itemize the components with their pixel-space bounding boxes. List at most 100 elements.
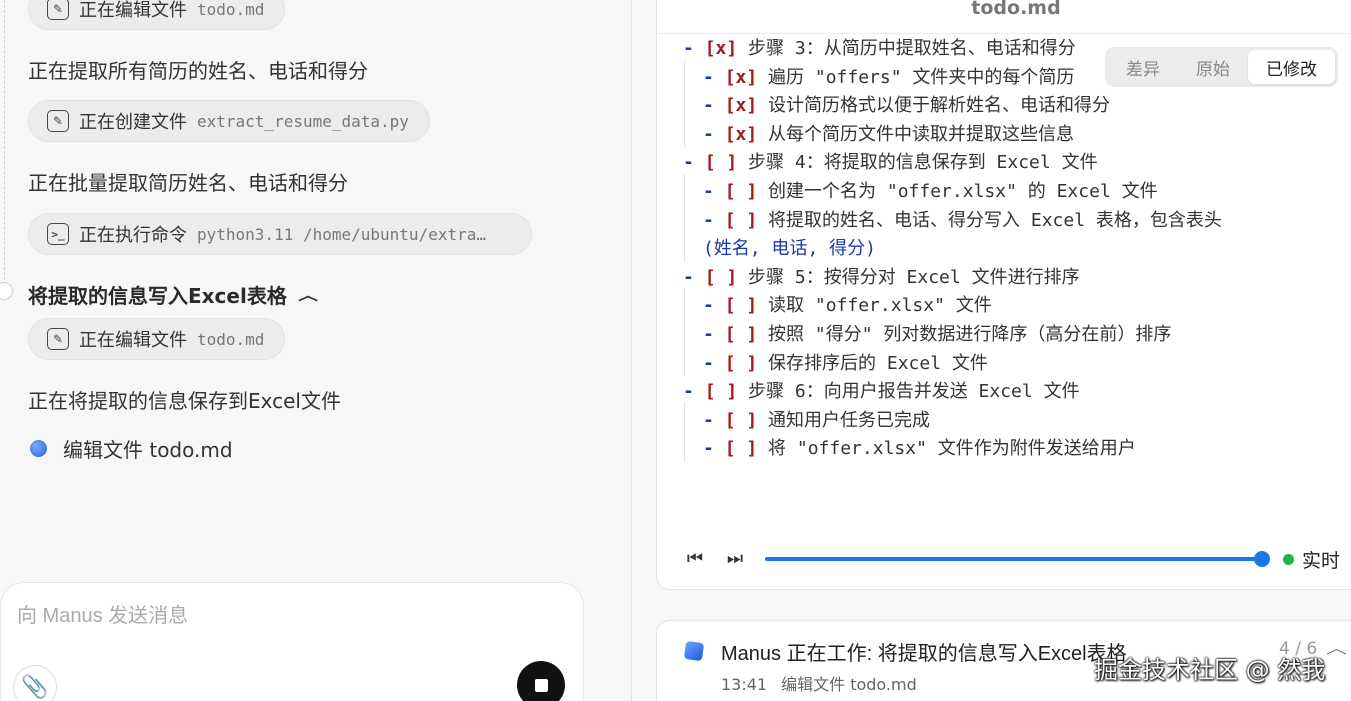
chip-arg: python3.11 /home/ubuntu/extra… xyxy=(197,224,486,244)
tab-modified[interactable]: 已修改 xyxy=(1248,50,1335,84)
chip-action: 正在编辑文件 xyxy=(79,0,187,21)
chevron-up-icon[interactable]: ︿ xyxy=(1326,637,1347,658)
checkbox-marker: [ ] xyxy=(724,209,758,231)
progress-track[interactable] xyxy=(765,551,1270,567)
chip-arg: todo.md xyxy=(197,0,265,19)
chip-arg: extract_resume_data.py xyxy=(197,111,409,131)
chip-action: 正在执行命令 xyxy=(79,225,187,246)
live-dot-icon xyxy=(1283,554,1294,565)
step-title: 将提取的信息写入Excel表格 xyxy=(28,284,287,308)
tab-diff[interactable]: 差异 xyxy=(1108,50,1178,84)
message-input[interactable] xyxy=(17,605,557,628)
line-text: 将提取的姓名、电话、得分写入 Excel 表格，包含表头 xyxy=(757,209,1222,231)
list-marker: - xyxy=(703,352,725,374)
tool-chip-exec-command[interactable]: >_ 正在执行命令 python3.11 /home/ubuntu/extra… xyxy=(28,213,532,255)
list-marker: - xyxy=(703,66,725,88)
chip-action: 正在编辑文件 xyxy=(79,330,187,351)
realtime-indicator[interactable]: 实时 xyxy=(1283,546,1340,573)
checkbox-marker: [x] xyxy=(704,38,738,59)
terminal-icon: >_ xyxy=(47,223,69,245)
indent-guide xyxy=(684,288,685,376)
line-text: 步骤 4：将提取的信息保存到 Excel 文件 xyxy=(737,152,1098,174)
code-line: - [ ] 保存排序后的 Excel 文件 xyxy=(703,349,988,375)
code-line: - [ ] 按照 "得分" 列对数据进行降序（高分在前）排序 xyxy=(703,320,1171,346)
checkbox-marker: [ ] xyxy=(704,152,738,174)
code-line: - [ ] 创建一个名为 "offer.xlsx" 的 Excel 文件 xyxy=(703,177,1158,203)
tool-chip-edit-todo[interactable]: ✎ 正在编辑文件 todo.md xyxy=(28,0,286,30)
list-marker: - xyxy=(703,295,725,317)
line-text: 读取 "offer.xlsx" 文件 xyxy=(757,295,992,317)
edit-icon: ✎ xyxy=(47,328,69,350)
live-action-label: 编辑文件 todo.md xyxy=(63,438,233,462)
line-text: 通知用户任务已完成 xyxy=(757,409,931,431)
skip-back-icon[interactable]: ⏮ xyxy=(683,546,707,570)
checkbox-marker: [ ] xyxy=(724,295,758,317)
stop-button[interactable] xyxy=(517,661,565,701)
attach-button[interactable]: 📎 xyxy=(13,665,57,701)
line-text: 设计简历格式以便于解析姓名、电话和得分 xyxy=(757,95,1111,117)
checkbox-marker: [x] xyxy=(724,123,758,145)
checkbox-marker: [x] xyxy=(724,66,758,88)
line-text: 保存排序后的 Excel 文件 xyxy=(757,352,988,374)
code-line: (姓名, 电话, 得分) xyxy=(703,234,876,260)
status-message: 正在将提取的信息保存到Excel文件 xyxy=(28,389,341,413)
line-text: 按照 "得分" 列对数据进行降序（高分在前）排序 xyxy=(757,324,1172,345)
tab-original[interactable]: 原始 xyxy=(1178,50,1248,84)
line-text: 遍历 "offers" 文件夹中的每个简历 xyxy=(757,66,1075,88)
line-text: 步骤 6：向用户报告并发送 Excel 文件 xyxy=(737,381,1080,403)
code-line: - [x] 步骤 3：从简历中提取姓名、电话和得分 xyxy=(683,34,1076,60)
live-action-row: 编辑文件 todo.md xyxy=(30,434,233,463)
list-marker: - xyxy=(683,152,705,174)
code-area[interactable]: - [x] 步骤 3：从简历中提取姓名、电话和得分 - [x] 遍历 "offer… xyxy=(657,33,1351,523)
code-line: - [ ] 将 "offer.xlsx" 文件作为附件发送给用户 xyxy=(703,434,1136,460)
indent-guide xyxy=(684,174,685,262)
tool-chip-create-file[interactable]: ✎ 正在创建文件 extract_resume_data.py xyxy=(28,100,430,142)
skip-forward-icon[interactable]: ⏭ xyxy=(723,546,747,570)
step-header[interactable]: 将提取的信息写入Excel表格 ︿ xyxy=(28,280,318,309)
checkbox-marker: [ ] xyxy=(724,438,758,460)
code-line: - [ ] 通知用户任务已完成 xyxy=(703,406,930,432)
chevron-up-icon[interactable]: ︿ xyxy=(298,285,318,305)
watermark: 掘金技术社区 @ 然我 xyxy=(1094,656,1326,684)
code-line: - [ ] 步骤 4：将提取的信息保存到 Excel 文件 xyxy=(683,148,1098,174)
task-status-meta: 13:41 编辑文件 todo.md xyxy=(721,671,917,695)
list-marker: - xyxy=(683,38,705,59)
list-marker: - xyxy=(683,266,705,288)
list-marker: - xyxy=(703,181,725,202)
list-marker: - xyxy=(703,409,725,431)
line-text: 将 "offer.xlsx" 文件作为附件发送给用户 xyxy=(757,438,1136,460)
view-mode-tabs: 差异 原始 已修改 xyxy=(1105,47,1338,87)
line-text: (姓名, 电话, 得分) xyxy=(703,238,877,260)
edit-icon: ✎ xyxy=(47,110,69,132)
checkbox-marker: [ ] xyxy=(724,409,758,431)
file-viewer: todo.md - [x] 步骤 3：从简历中提取姓名、电话和得分 - [x] 遍… xyxy=(656,0,1351,590)
list-marker: - xyxy=(703,438,725,460)
checkbox-marker: [x] xyxy=(724,95,758,117)
code-line: - [ ] 步骤 6：向用户报告并发送 Excel 文件 xyxy=(683,377,1080,403)
checkbox-marker: [ ] xyxy=(724,352,758,374)
file-title: todo.md xyxy=(971,0,1061,19)
checkbox-marker: [ ] xyxy=(704,266,738,288)
message-composer: 📎 xyxy=(0,582,584,701)
stop-icon xyxy=(534,678,548,692)
line-text: 步骤 3：从简历中提取姓名、电话和得分 xyxy=(737,38,1076,59)
paperclip-icon: 📎 xyxy=(21,674,49,700)
tool-chip-edit-todo[interactable]: ✎ 正在编辑文件 todo.md xyxy=(28,318,286,360)
indent-guide xyxy=(684,402,685,462)
manus-working-icon xyxy=(683,640,705,662)
progress-thumb[interactable] xyxy=(1254,551,1270,567)
task-time: 13:41 xyxy=(721,675,768,694)
line-text: 从每个简历文件中读取并提取这些信息 xyxy=(757,123,1075,145)
task-tool: 编辑文件 todo.md xyxy=(781,675,917,694)
chat-panel: ✎ 正在编辑文件 todo.md 正在提取所有简历的姓名、电话和得分 ✎ 正在创… xyxy=(0,0,632,701)
checkbox-marker: [ ] xyxy=(704,381,738,403)
checkbox-marker: [ ] xyxy=(724,324,758,345)
code-line: - [ ] 将提取的姓名、电话、得分写入 Excel 表格，包含表头 xyxy=(703,206,1222,232)
status-message: 正在提取所有简历的姓名、电话和得分 xyxy=(28,59,368,83)
line-text: 步骤 5：按得分对 Excel 文件进行排序 xyxy=(737,266,1080,288)
task-status-title: Manus 正在工作: 将提取的信息写入Excel表格 xyxy=(721,643,1127,665)
code-line: - [x] 从每个简历文件中读取并提取这些信息 xyxy=(703,120,1074,146)
code-line: - [ ] 步骤 5：按得分对 Excel 文件进行排序 xyxy=(683,263,1080,289)
progress-fill xyxy=(765,557,1262,561)
edit-icon: ✎ xyxy=(47,0,69,20)
